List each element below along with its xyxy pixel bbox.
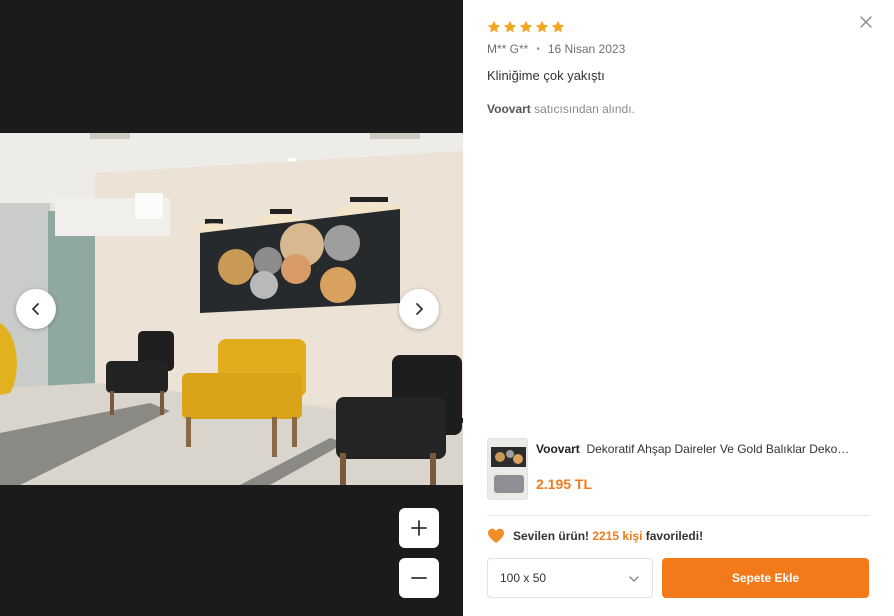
review-author: M** G** [487,42,529,56]
review-panel: M** G** • 16 Nisan 2023 Kliniğime çok ya… [463,0,894,616]
minus-icon [411,577,427,579]
image-viewer [0,0,463,616]
seller-info: Voovart satıcısından alındı. [487,102,635,116]
star-icon [519,20,533,33]
plus-icon [411,520,427,536]
zoom-out-button[interactable] [399,558,439,598]
seller-suffix: satıcısından alındı. [534,102,635,116]
product-brand: Voovart [536,442,580,456]
chevron-left-icon [32,303,39,315]
star-icon [551,20,565,33]
separator-dot: • [536,43,540,55]
size-select[interactable]: 100 x 50 [487,558,653,598]
heart-icon [488,528,504,543]
zoom-in-button[interactable] [399,508,439,548]
product-name: Dekoratif Ahşap Daireler Ve Gold Balıkla… [586,442,850,456]
product-title[interactable]: Voovart Dekoratif Ahşap Daireler Ve Gold… [536,442,876,456]
next-image-button[interactable] [399,289,439,329]
favorites-prefix: Sevilen ürün! [513,529,590,543]
product-price: 2.195 TL [536,476,593,492]
review-date: 16 Nisan 2023 [547,42,626,56]
favorites-suffix: favoriledi! [645,529,704,543]
divider [487,515,870,516]
close-icon [860,16,872,28]
close-button[interactable] [858,14,874,30]
chevron-right-icon [416,303,423,315]
star-rating [487,20,565,34]
product-card[interactable]: Voovart Dekoratif Ahşap Daireler Ve Gold… [487,438,870,500]
add-to-cart-button[interactable]: Sepete Ekle [662,558,869,598]
review-photo [0,133,463,485]
review-meta: M** G** • 16 Nisan 2023 [487,42,625,56]
review-image-modal: M** G** • 16 Nisan 2023 Kliniğime çok ya… [0,0,894,616]
review-comment: Kliniğime çok yakıştı [487,68,605,83]
favorites-info: Sevilen ürün! 2215 kişi favoriledi! [487,527,703,545]
favorites-count: 2215 kişi [592,529,643,543]
chevron-down-icon [629,576,639,582]
product-thumbnail[interactable] [487,438,528,500]
star-icon [503,20,517,33]
star-icon [487,20,501,33]
seller-name: Voovart [487,102,531,116]
size-value: 100 x 50 [500,571,547,585]
star-icon [535,20,549,33]
previous-image-button[interactable] [16,289,56,329]
